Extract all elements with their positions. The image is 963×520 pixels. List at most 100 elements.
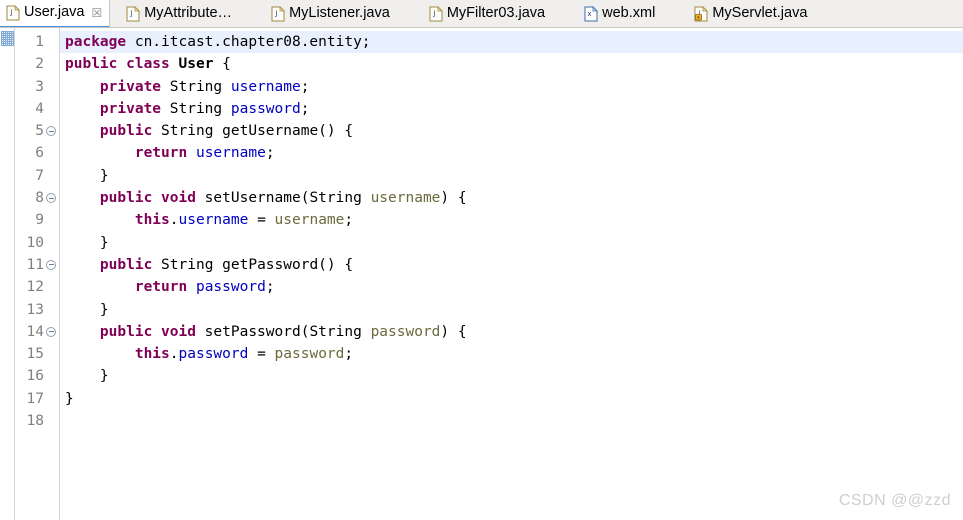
code-token-fld: username [195,145,266,162]
editor-tab-myservlet-java[interactable]: J MyServlet.java [688,0,815,27]
code-token-pln: setPassword(String [195,323,371,340]
code-token-pln: } [65,301,109,318]
annotation-ruler[interactable] [0,28,15,520]
line-number-value: 5 [35,123,44,140]
folding-row [45,254,60,276]
line-number: 11 [15,254,45,276]
svg-text:J: J [274,10,277,18]
folding-row [45,299,60,321]
editor-tab-myfilter03-java[interactable]: J MyFilter03.java [422,0,553,27]
line-number-value: 11 [26,256,44,273]
code-token-pln [65,79,100,95]
editor-tab-web-xml[interactable]: x web.xml [578,0,663,27]
code-line[interactable]: return username; [60,142,963,164]
java-file-icon: J [429,6,443,22]
code-line[interactable]: } [60,388,963,410]
line-number: 16 [15,365,45,387]
csdn-watermark: CSDN @@zzd [838,492,951,509]
editor-tab-user-java[interactable]: J User.java ☒ [0,0,111,27]
code-token-kw: public class [65,56,170,73]
line-number-value: 7 [35,167,44,184]
code-token-par: username [274,212,345,229]
editor-code-area[interactable]: 1 2 3 4 5 6 7 8 9 10 11 12 13 14 15 16 17 18 package cn.i… [0,28,963,520]
code-token-pln: setUsername(String [195,190,371,207]
code-line[interactable]: package cn.itcast.chapter08.entity; [60,31,963,54]
code-token-pln [65,123,100,139]
code-token-kw: public void [99,190,196,207]
code-token-pln: ) { [440,323,467,340]
editor-tab-label: MyFilter03.java [446,5,546,22]
line-number: 13 [15,299,45,321]
code-line[interactable]: this.password = password; [60,343,963,365]
code-token-kw: private [99,100,162,117]
fold-collapse-icon[interactable] [46,326,56,337]
line-number-value: 10 [26,234,44,251]
line-number-value: 4 [35,100,44,117]
code-line[interactable]: public String getUsername() { [60,120,963,142]
folding-row [45,187,60,209]
code-line[interactable]: public void setUsername(String username)… [60,187,963,209]
code-line[interactable]: } [60,165,963,187]
line-number-value: 12 [26,279,44,296]
xml-file-icon: x [584,6,599,22]
editor-tab-label: MyServlet.java [712,5,808,22]
line-number-value: 18 [26,413,44,430]
svg-text:J: J [432,10,435,18]
editor-tab-label: User.java [24,4,85,21]
editor-tab-label: web.xml [602,5,656,22]
code-token-pln: } [65,390,74,407]
tab-spacer [239,0,265,27]
source-code-text[interactable]: package cn.itcast.chapter08.entity; publi… [60,28,963,520]
line-number-ruler: 1 2 3 4 5 6 7 8 9 10 11 12 13 14 15 16 17 18 [15,28,45,520]
line-number-value: 2 [35,56,44,73]
code-token-kw: package [65,34,127,50]
fold-collapse-icon[interactable] [46,259,56,270]
folding-row [45,343,60,365]
java-locked-file-icon: J [694,6,709,22]
code-line[interactable]: private String username; [60,76,963,98]
code-token-pln [65,346,135,362]
line-number: 15 [15,343,45,365]
line-number: 2 [15,53,45,75]
code-line[interactable] [60,410,963,432]
folding-row [45,410,60,432]
code-line[interactable]: public void setPassword(String password)… [60,321,963,343]
code-line[interactable]: } [60,299,963,321]
line-number: 17 [15,388,45,410]
tab-spacer [552,0,578,27]
folding-ruler[interactable] [45,28,60,520]
code-line[interactable]: return password; [60,276,963,298]
code-token-pln [65,257,100,273]
code-line[interactable]: public String getPassword() { [60,254,963,276]
code-token-pln [65,324,100,340]
line-number: 7 [15,165,45,187]
folding-row [45,232,60,254]
line-number: 10 [15,232,45,254]
code-token-kw: public void [99,323,196,340]
line-number: 12 [15,276,45,298]
fold-collapse-icon[interactable] [46,193,56,204]
editor-tab-mylistener-java[interactable]: J MyListener.java [265,0,397,27]
line-number-value: 14 [26,323,44,340]
code-token-pln [65,145,135,161]
code-line[interactable]: public class User { [60,53,963,75]
tab-close-icon[interactable]: ☒ [91,7,102,19]
editor-tab-myattribute[interactable]: J MyAttribute… [120,0,240,27]
java-file-icon: J [126,6,141,22]
code-token-par: password [274,346,345,363]
line-number-value: 9 [35,212,44,229]
folding-row [45,388,60,410]
code-line[interactable]: } [60,232,963,254]
folding-row [45,53,60,75]
line-number: 3 [15,76,45,98]
fold-collapse-icon[interactable] [46,126,56,137]
code-token-pln: { [213,56,231,73]
code-line[interactable]: } [60,365,963,387]
eclipse-java-editor-window: J User.java ☒ J MyAttribute… J MyListener.java… [0,0,963,520]
code-token-pln: ; [344,346,354,363]
code-line[interactable]: this.username = username; [60,209,963,231]
code-token-pln: ; [265,279,275,296]
code-line[interactable]: private String password; [60,98,963,120]
code-token-pln: ; [300,78,310,95]
code-token-cls: User [178,56,214,73]
